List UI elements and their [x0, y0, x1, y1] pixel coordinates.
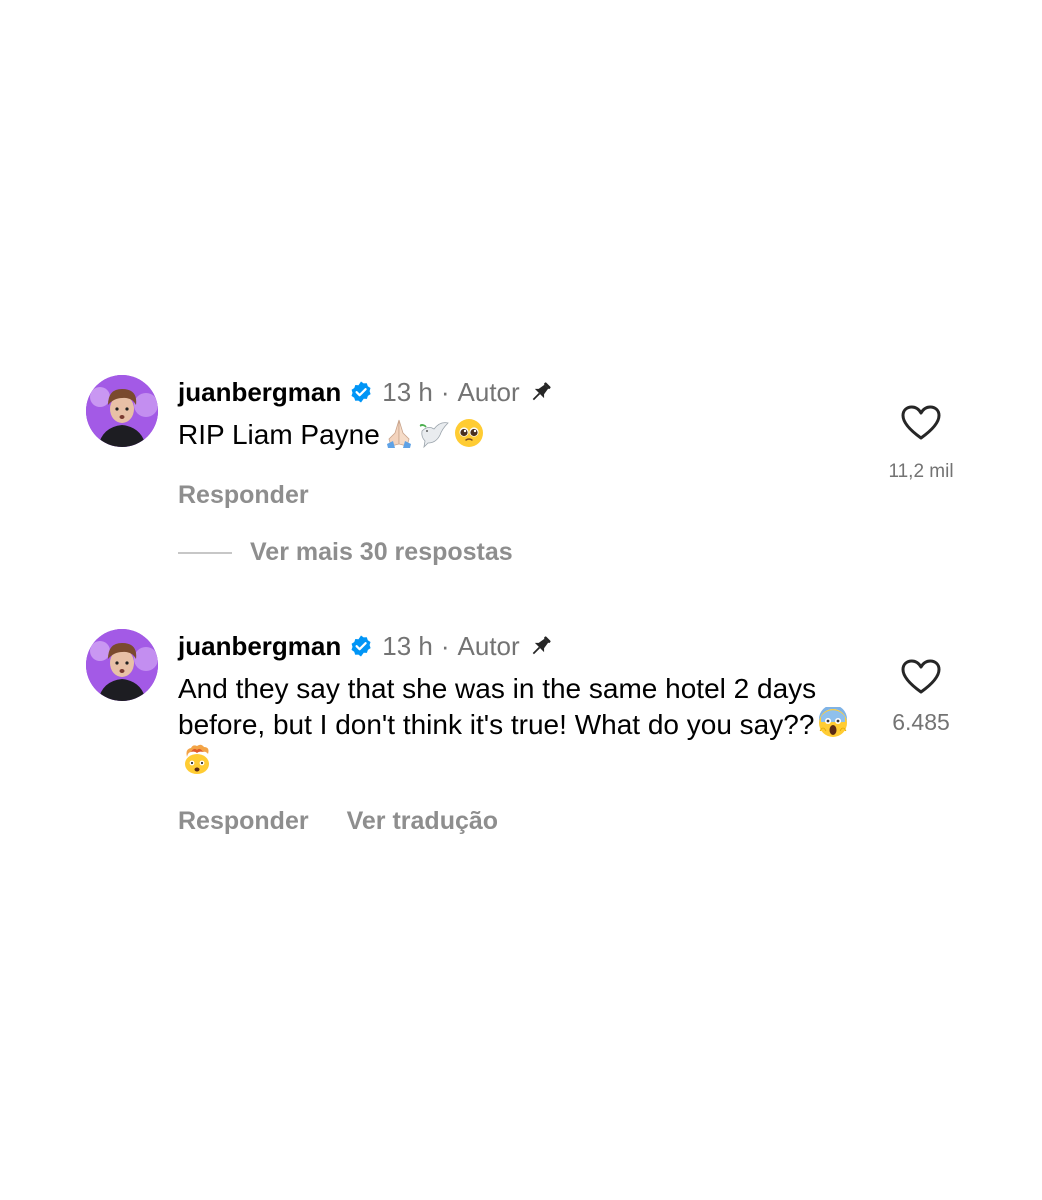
like-count: 11,2 mil — [888, 461, 954, 482]
comment-body: juanbergman 13 h · Autor And they say th… — [178, 629, 868, 836]
author-tag: Autor — [457, 377, 520, 407]
author-tag: Autor — [457, 631, 520, 661]
comment-body: juanbergman 13 h · Autor RIP Liam Payne … — [178, 375, 868, 510]
comments-section: juanbergman 13 h · Autor RIP Liam Payne … — [0, 0, 1042, 1200]
heart-icon[interactable] — [901, 659, 941, 695]
pleading-face-emoji — [453, 417, 485, 449]
dove-emoji — [418, 417, 450, 449]
comment-header: juanbergman 13 h · Autor — [178, 629, 868, 663]
reply-button[interactable]: Responder — [178, 807, 309, 836]
username[interactable]: juanbergman — [178, 375, 341, 409]
meta-separator: · — [440, 377, 450, 407]
verified-badge-icon — [351, 381, 371, 403]
comment-time: 13 h — [382, 631, 433, 661]
like-count: 6.485 — [892, 709, 950, 735]
view-replies-button[interactable]: Ver mais 30 respostas — [178, 538, 513, 567]
meta-separator: · — [440, 631, 450, 661]
screaming-face-emoji — [817, 707, 849, 739]
pin-icon — [532, 636, 551, 655]
comment-header: juanbergman 13 h · Autor — [178, 375, 868, 409]
comment-text-content: And they say that she was in the same ho… — [178, 673, 817, 740]
like-column: 11,2 mil — [876, 405, 966, 483]
comment-text: And they say that she was in the same ho… — [178, 671, 868, 779]
comment-actions: Responder Ver tradução — [178, 807, 868, 836]
comment-time: 13 h — [382, 377, 433, 407]
verified-badge-icon — [351, 635, 371, 657]
comment-text-content: RIP Liam Payne — [178, 419, 380, 450]
exploding-head-emoji — [181, 743, 213, 775]
comment-text: RIP Liam Payne — [178, 417, 868, 453]
folded-hands-emoji — [383, 417, 415, 449]
see-translation-button[interactable]: Ver tradução — [347, 807, 498, 836]
avatar[interactable] — [86, 375, 158, 447]
reply-button[interactable]: Responder — [178, 481, 309, 510]
replies-divider-line — [178, 551, 232, 554]
pin-icon — [532, 382, 551, 401]
heart-icon[interactable] — [901, 405, 941, 441]
view-replies-label: Ver mais 30 respostas — [250, 538, 513, 566]
comment-actions: Responder — [178, 481, 868, 510]
avatar[interactable] — [86, 629, 158, 701]
username[interactable]: juanbergman — [178, 629, 341, 663]
like-column: 6.485 — [876, 659, 966, 736]
